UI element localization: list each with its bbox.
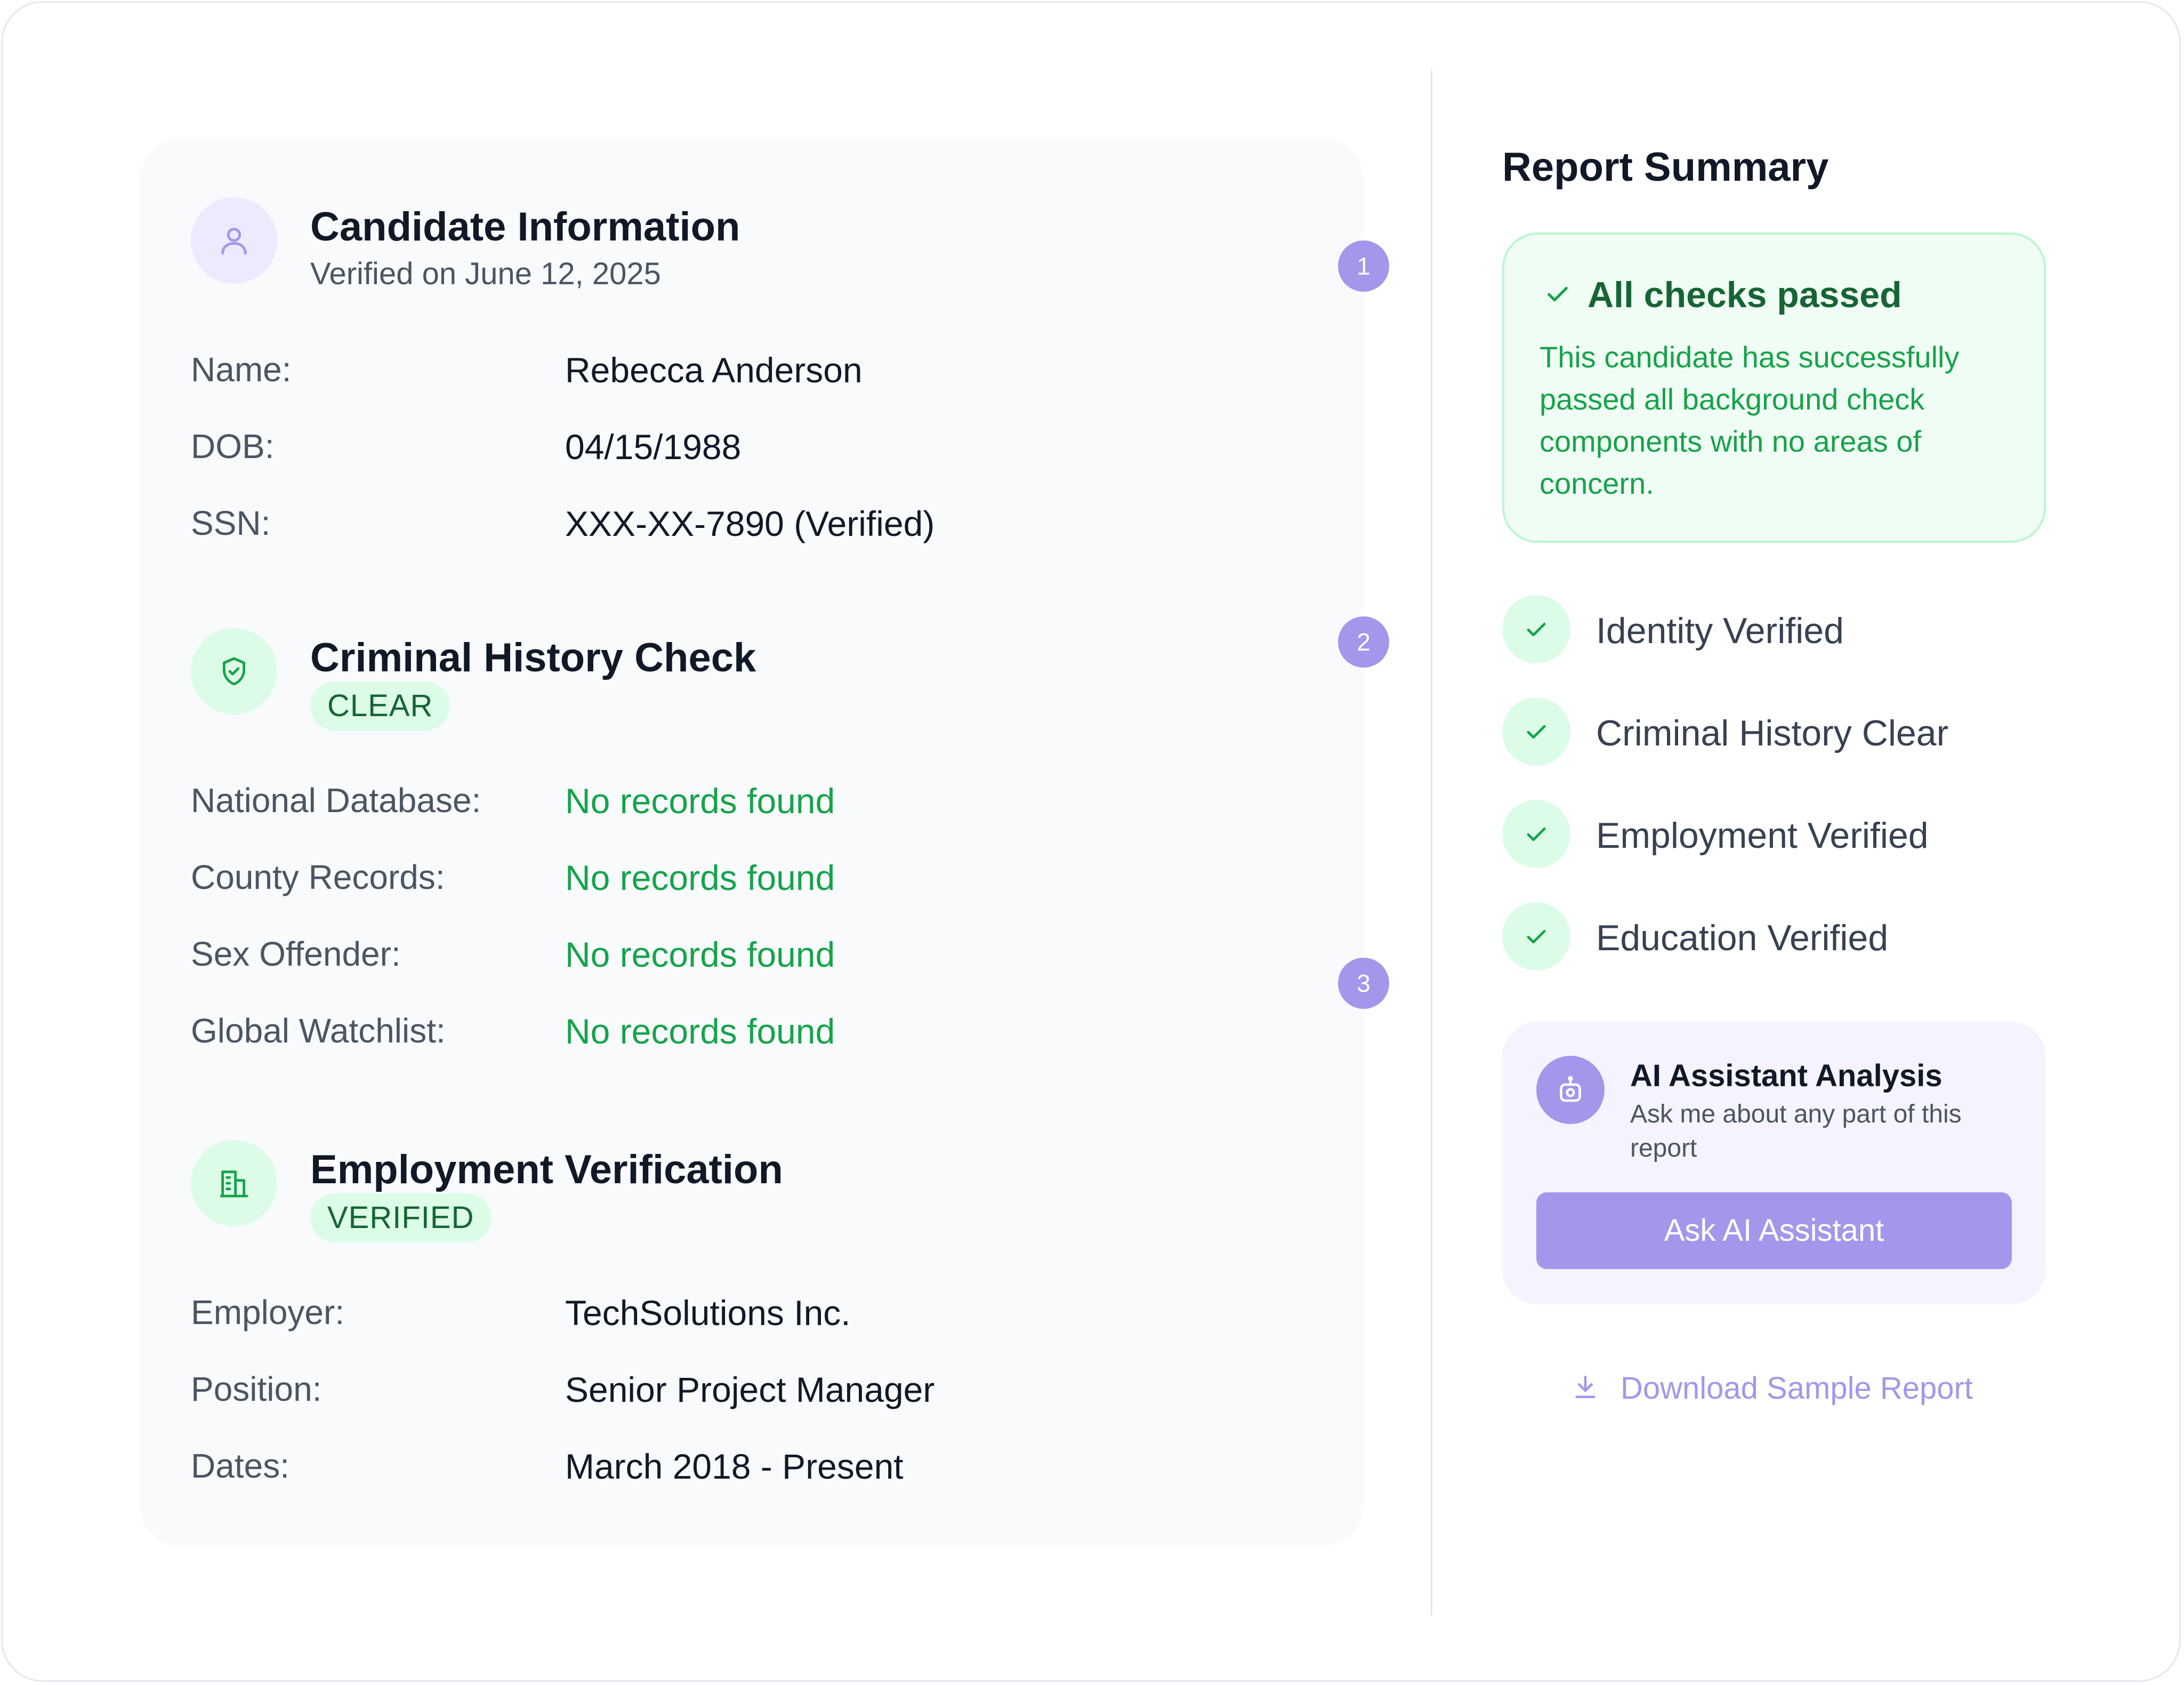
field-label: National Database: [191,781,481,820]
field-row: Global Watchlist: No records found [191,1011,1257,1059]
status-title: All checks passed [1587,275,1902,315]
employment-section: Employment Verification VERIFIED Employe… [191,1140,1310,1513]
field-label: County Records: [191,858,445,896]
field-label: Position: [191,1370,322,1408]
check-icon [1502,902,1570,970]
criminal-section: Criminal History Check CLEAR National Da… [191,628,1310,1065]
status-description: This candidate has successfully passed a… [1540,340,1960,500]
summary-check-label: Identity Verified [1596,611,1844,651]
check-icon [1543,279,1573,311]
ai-subtitle: Ask me about any part of this report [1630,1100,1962,1162]
check-icon [1502,595,1570,663]
download-report-link[interactable]: Download Sample Report [1570,1370,1973,1406]
user-icon [191,197,277,284]
summary-check-item: Employment Verified [1502,800,2035,868]
field-label: Name: [191,350,292,389]
field-value: Rebecca Anderson [565,350,863,390]
field-row: SSN: XXX-XX-7890 (Verified) [191,503,1257,551]
candidate-verified-date: Verified on June 12, 2025 [310,256,661,291]
shield-check-icon [191,628,277,715]
summary-check-item: Identity Verified [1502,595,2035,663]
field-row: Name: Rebecca Anderson [191,350,1257,398]
field-row: DOB: 04/15/1988 [191,427,1257,475]
summary-check-label: Criminal History Clear [1596,713,1949,753]
candidate-title: Candidate Information [310,204,740,250]
field-value: Senior Project Manager [565,1370,935,1409]
field-row: Sex Offender: No records found [191,934,1257,982]
field-value: No records found [565,858,835,897]
field-label: Employer: [191,1293,345,1331]
field-label: Dates: [191,1447,289,1485]
field-row: Dates: March 2018 - Present [191,1446,1257,1494]
status-badge: CLEAR [310,681,450,731]
field-value: XXX-XX-7890 (Verified) [565,504,935,543]
download-icon [1570,1372,1600,1405]
field-value: No records found [565,781,835,821]
status-badge: VERIFIED [310,1193,491,1242]
panel-divider [1431,69,1432,1616]
status-header: All checks passed [1543,274,1902,316]
field-value: No records found [565,935,835,974]
step-marker-3[interactable]: 3 [1338,958,1389,1009]
field-value: 04/15/1988 [565,427,742,467]
building-icon [191,1140,277,1226]
field-row: County Records: No records found [191,857,1257,905]
field-row: National Database: No records found [191,781,1257,829]
check-icon [1502,697,1570,766]
field-value: TechSolutions Inc. [565,1293,851,1333]
status-card: All checks passed This candidate has suc… [1502,232,2046,543]
ask-ai-button[interactable]: Ask AI Assistant [1536,1192,2012,1269]
step-marker-2[interactable]: 2 [1338,616,1389,668]
employment-title: Employment Verification [310,1147,783,1192]
summary-title: Report Summary [1502,145,1829,190]
check-icon [1502,800,1570,868]
field-label: DOB: [191,427,275,466]
summary-check-label: Education Verified [1596,918,1889,958]
field-label: SSN: [191,504,271,542]
field-row: Position: Senior Project Manager [191,1369,1257,1417]
robot-icon [1536,1056,1605,1124]
field-value: March 2018 - Present [565,1447,904,1486]
field-label: Sex Offender: [191,935,401,973]
candidate-section: Candidate Information Verified on June 1… [191,197,1310,571]
step-marker-1[interactable]: 1 [1338,240,1389,292]
field-value: No records found [565,1012,835,1051]
field-label: Global Watchlist: [191,1012,446,1050]
download-label: Download Sample Report [1621,1371,1973,1406]
summary-check-item: Criminal History Clear [1502,697,2035,766]
ai-title: AI Assistant Analysis [1630,1058,1943,1093]
summary-check-label: Employment Verified [1596,815,1929,856]
field-row: Employer: TechSolutions Inc. [191,1293,1257,1341]
summary-check-item: Education Verified [1502,902,2035,970]
ai-assistant-card: AI Assistant Analysis Ask me about any p… [1502,1022,2046,1304]
criminal-title: Criminal History Check [310,635,756,680]
